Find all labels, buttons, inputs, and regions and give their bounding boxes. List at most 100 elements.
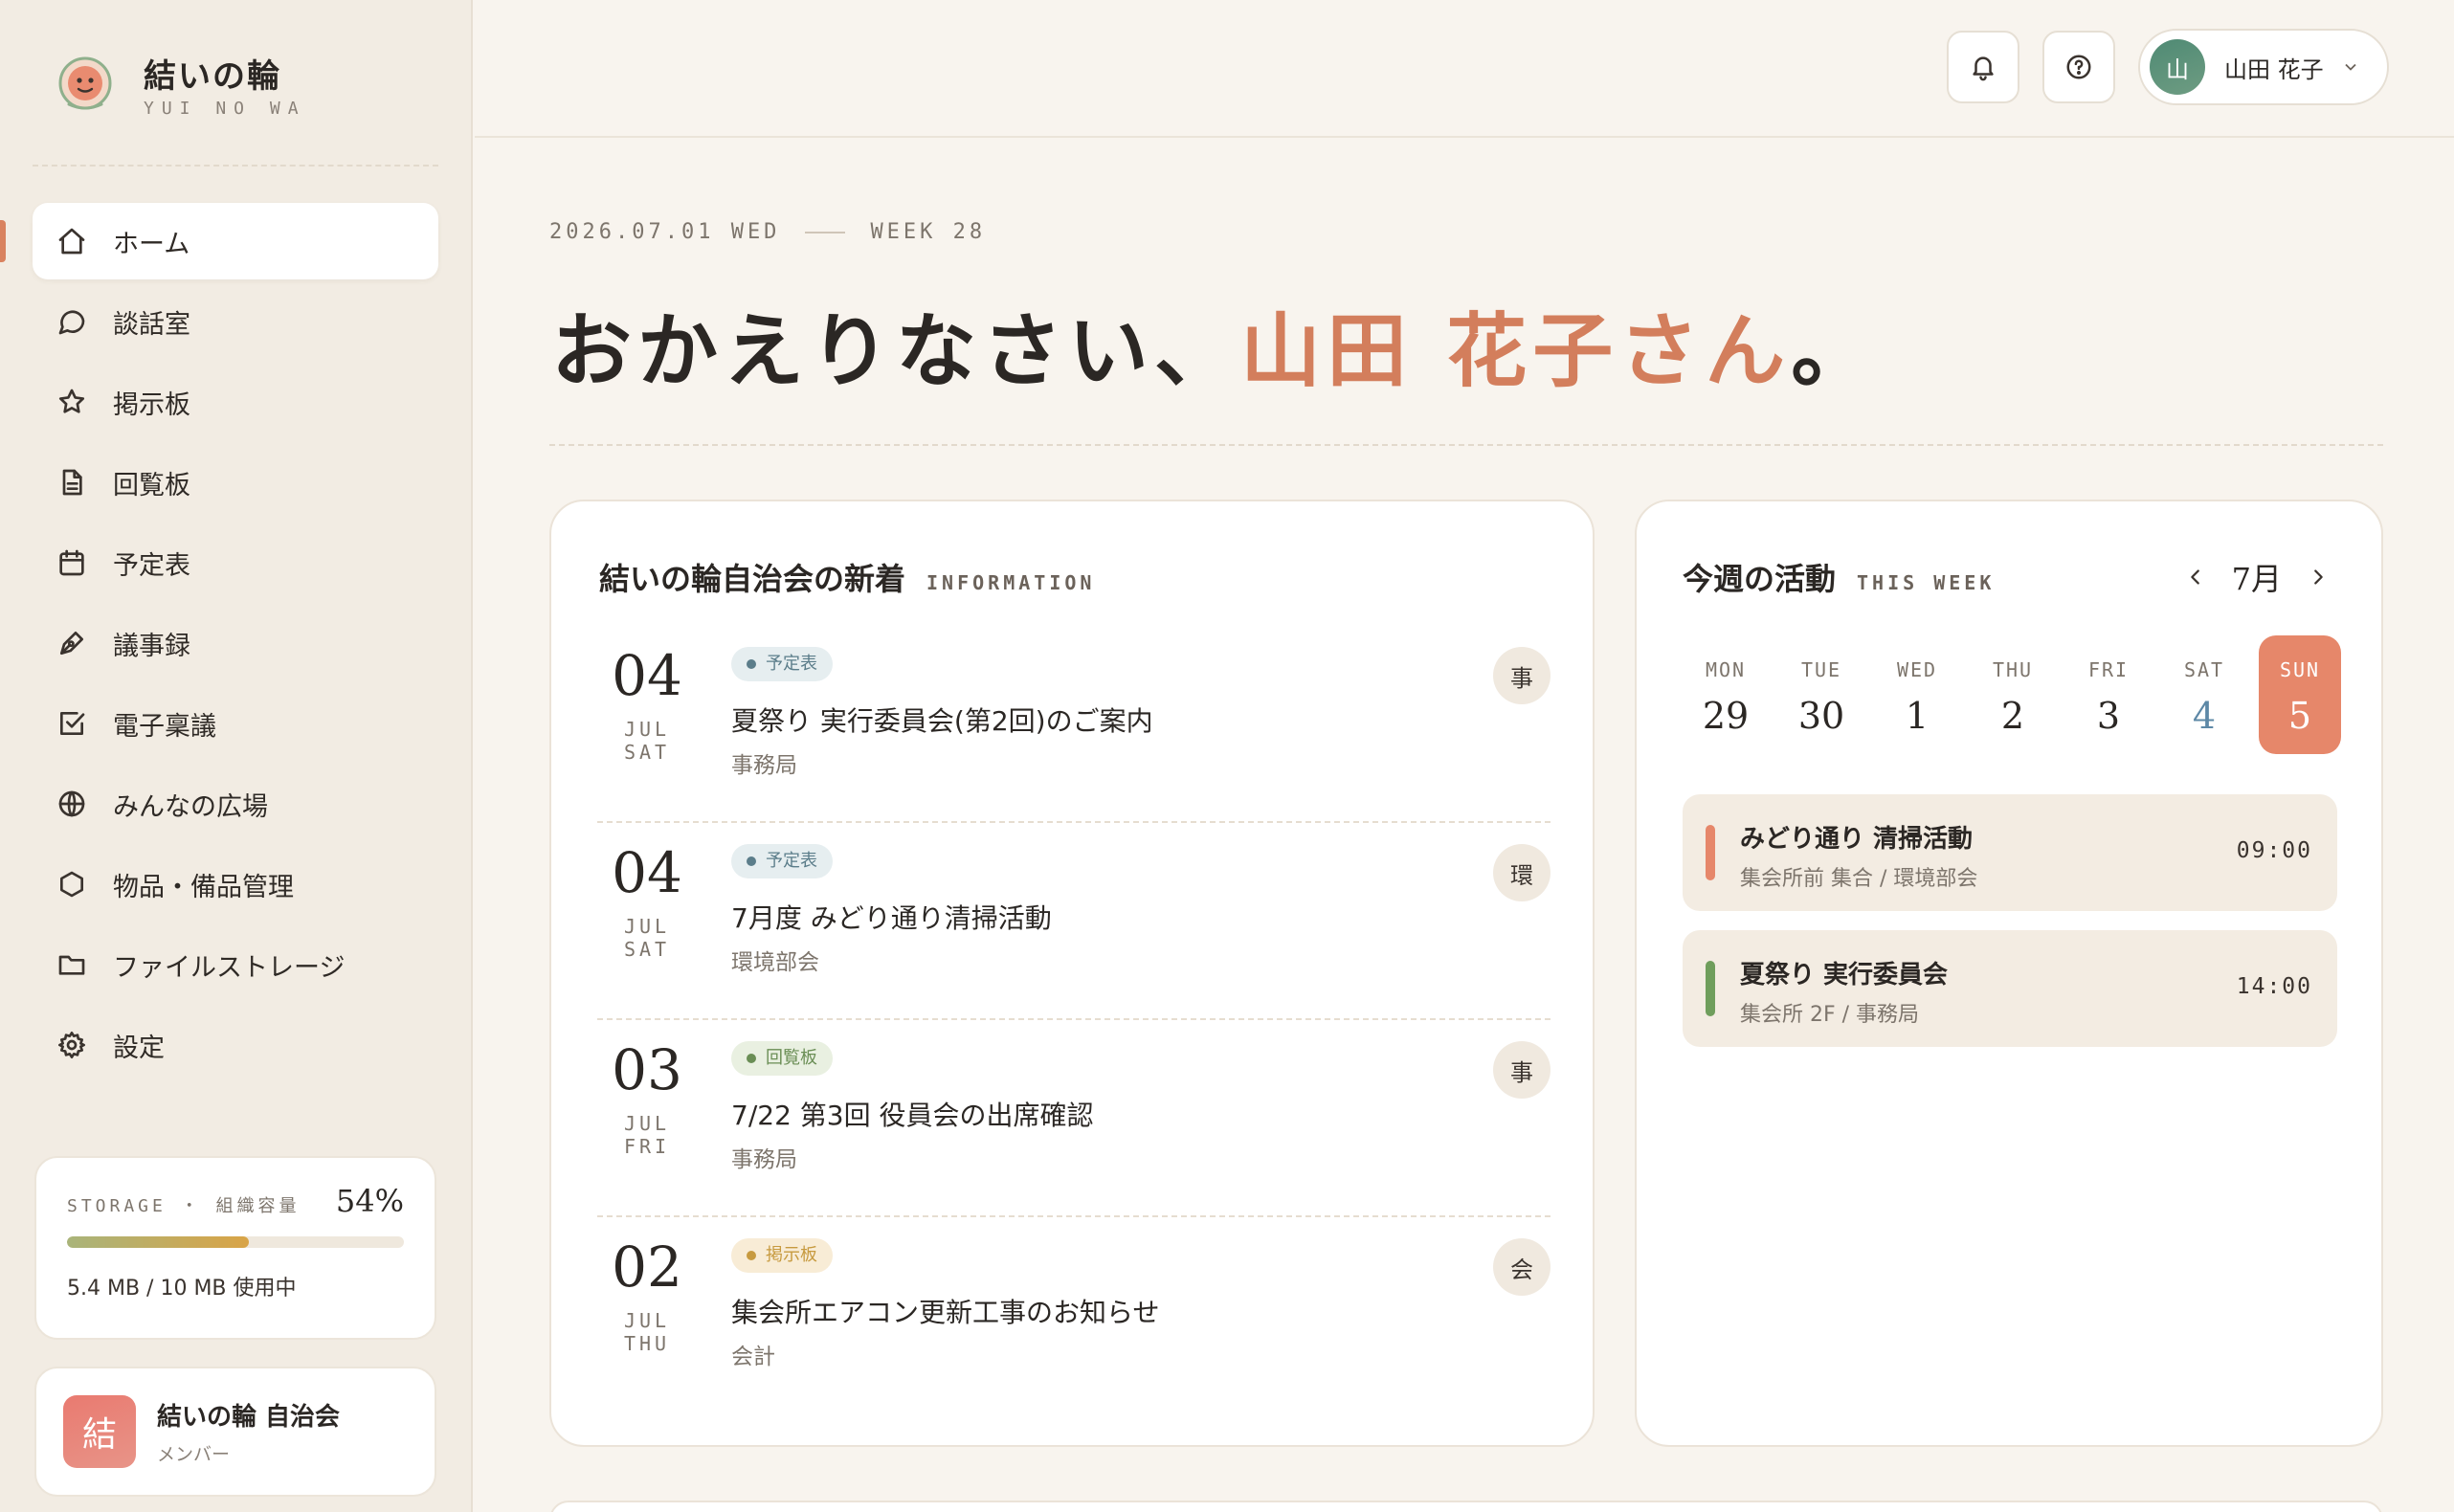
sidebar-item-label: 議事録 — [113, 631, 190, 661]
sidebar-item-minutes[interactable]: 議事録 — [33, 605, 438, 681]
current-week: WEEK 28 — [870, 220, 987, 244]
event-time: 09:00 — [2236, 838, 2312, 863]
list-item[interactable]: 02 JUL THU 掲示板 集会所エアコン更新工事のお知らせ 会計 会 — [597, 1217, 1550, 1414]
pen-icon — [56, 627, 88, 659]
list-item[interactable]: 04 JUL SAT 予定表 夏祭り 実行委員会(第2回)のご案内 事務局 事 — [597, 626, 1550, 823]
sidebar-item-settings[interactable]: 設定 — [33, 1007, 438, 1083]
sidebar-item-bulletin[interactable]: 掲示板 — [33, 364, 438, 440]
sidebar-item-approval[interactable]: 電子稟議 — [33, 685, 438, 762]
brand[interactable]: 結いの輪 YUI NO WA — [56, 46, 306, 122]
sidebar-item-label: みんなの広場 — [113, 791, 268, 822]
sidebar-item-schedule[interactable]: 予定表 — [33, 524, 438, 601]
category-badge: 予定表 — [731, 844, 833, 878]
org-name: 結いの輪 自治会 — [157, 1403, 341, 1432]
day-cell[interactable]: WED 1 — [1876, 635, 1958, 754]
news-day: 02 — [612, 1234, 682, 1300]
date-line: 2026.07.01 WED WEEK 28 — [549, 220, 986, 244]
day-number: 29 — [1702, 695, 1750, 737]
divider — [33, 165, 438, 167]
week-card-title: 今週の活動 — [1683, 561, 1837, 597]
hexagon-icon — [56, 868, 88, 901]
news-card: 結いの輪自治会の新着 INFORMATION 04 JUL SAT 予定表 夏祭… — [549, 500, 1595, 1447]
event-title: 夏祭り 実行委員会 — [1740, 961, 1949, 989]
chevron-down-icon — [2341, 57, 2360, 77]
storage-card: STORAGE ・ 組織容量 54% 5.4 MB / 10 MB 使用中 — [34, 1156, 436, 1340]
sidebar-item-label: 掲示板 — [113, 389, 190, 420]
user-menu-button[interactable]: 山 山田 花子 — [2138, 29, 2389, 105]
chevron-right-icon[interactable] — [2303, 562, 2333, 592]
help-button[interactable] — [2042, 31, 2115, 103]
sidebar-item-label: 予定表 — [113, 550, 190, 581]
news-department: 環境部会 — [731, 950, 819, 975]
news-department: 事務局 — [731, 753, 797, 778]
sidebar-item-lounge[interactable]: 談話室 — [33, 283, 438, 360]
news-day: 03 — [612, 1037, 682, 1102]
page-title: おかえりなさい、山田 花子さん。 — [551, 287, 1877, 403]
home-icon — [56, 225, 88, 257]
day-number: 2 — [2000, 695, 2025, 737]
sidebar-item-files[interactable]: ファイルストレージ — [33, 926, 438, 1003]
day-number: 1 — [1905, 695, 1930, 737]
help-icon — [2066, 55, 2091, 79]
divider — [805, 231, 846, 233]
chevron-left-icon[interactable] — [2180, 562, 2211, 592]
week-card-subtitle: THIS WEEK — [1857, 571, 1996, 594]
news-list: 04 JUL SAT 予定表 夏祭り 実行委員会(第2回)のご案内 事務局 事 … — [597, 626, 1550, 1414]
org-switcher[interactable]: 結 結いの輪 自治会 メンバー — [34, 1367, 436, 1497]
sidebar-item-home[interactable]: ホーム — [0, 203, 438, 279]
day-name: THU — [1992, 658, 2034, 681]
list-item[interactable]: 03 JUL FRI 回覧板 7/22 第3回 役員会の出席確認 事務局 事 — [597, 1020, 1550, 1217]
event-item[interactable]: 夏祭り 実行委員会 集会所 2F / 事務局 14:00 — [1683, 930, 2337, 1047]
news-day: 04 — [612, 643, 682, 708]
sidebar-item-label: 談話室 — [113, 309, 190, 340]
storage-progress-fill — [67, 1236, 250, 1248]
news-month-weekday: JUL SAT — [623, 915, 671, 961]
bell-icon — [1973, 56, 1994, 81]
day-name: TUE — [1800, 658, 1842, 681]
day-number: 4 — [2192, 695, 2217, 737]
category-badge: 予定表 — [731, 647, 833, 681]
document-icon — [56, 466, 88, 499]
day-cell[interactable]: MON 29 — [1684, 635, 1767, 754]
day-cell[interactable]: THU 2 — [1972, 635, 2054, 754]
day-cell[interactable]: TUE 30 — [1780, 635, 1863, 754]
news-department: 事務局 — [731, 1147, 797, 1172]
department-badge: 事 — [1493, 647, 1550, 704]
news-month-weekday: JUL SAT — [623, 718, 671, 764]
day-cell[interactable]: SAT 4 — [2163, 635, 2245, 754]
sidebar-item-inventory[interactable]: 物品・備品管理 — [33, 846, 438, 923]
day-cell[interactable]: FRI 3 — [2067, 635, 2150, 754]
storage-percent: 54% — [335, 1183, 404, 1219]
sidebar-item-circular[interactable]: 回覧板 — [33, 444, 438, 521]
brand-subtitle: YUI NO WA — [144, 99, 306, 119]
storage-progress-bar — [67, 1236, 404, 1248]
category-badge: 掲示板 — [731, 1238, 833, 1273]
month-navigator: 7月 — [2180, 555, 2333, 599]
notification-button[interactable] — [1947, 31, 2019, 103]
day-number: 5 — [2287, 695, 2312, 737]
org-role: メンバー — [157, 1444, 231, 1465]
list-item[interactable]: 04 JUL SAT 予定表 7月度 みどり通り清掃活動 環境部会 環 — [597, 823, 1550, 1020]
news-department: 会計 — [731, 1345, 775, 1369]
storage-usage: 5.4 MB / 10 MB 使用中 — [67, 1277, 297, 1301]
sidebar-item-label: 電子稟議 — [113, 711, 216, 742]
day-name: SAT — [2183, 658, 2225, 681]
event-color-bar — [1706, 825, 1715, 880]
brand-name: 結いの輪 — [144, 57, 281, 96]
day-number: 30 — [1797, 695, 1845, 737]
topbar: 山 山田 花子 — [475, 0, 2454, 138]
sidebar-item-label: 設定 — [113, 1033, 165, 1063]
sidebar: 結いの輪 YUI NO WA ホーム 談話室 掲示板 回覧板 予定表 議事録 電… — [0, 0, 473, 1512]
news-title: 夏祭り 実行委員会(第2回)のご案内 — [731, 705, 1153, 737]
event-item[interactable]: みどり通り 清掃活動 集会所前 集合 / 環境部会 09:00 — [1683, 794, 2337, 911]
day-name: MON — [1705, 658, 1747, 681]
sidebar-item-plaza[interactable]: みんなの広場 — [33, 766, 438, 842]
day-cell-today[interactable]: SUN 5 — [2259, 635, 2341, 754]
sidebar-item-label: 物品・備品管理 — [113, 872, 294, 902]
department-badge: 環 — [1493, 844, 1550, 901]
current-date: 2026.07.01 WED — [549, 220, 781, 244]
next-card-peek — [549, 1501, 2383, 1512]
department-badge: 会 — [1493, 1238, 1550, 1296]
calendar-icon — [56, 546, 88, 579]
brand-logo-icon — [58, 56, 112, 110]
